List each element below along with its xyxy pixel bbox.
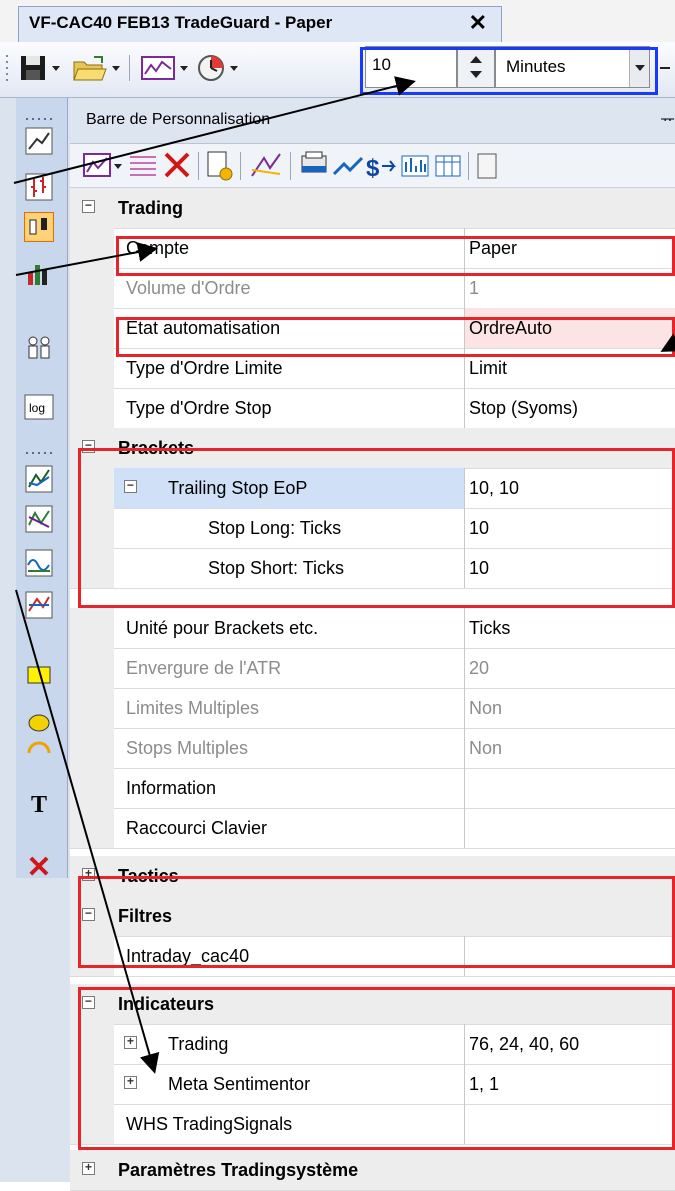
- expand-icon[interactable]: +: [82, 1162, 95, 1175]
- chevron-down-icon[interactable]: [50, 50, 62, 86]
- property-value[interactable]: Ticks: [464, 608, 675, 648]
- log-scale-icon[interactable]: log: [22, 392, 56, 422]
- highlight-box-indicateurs: [78, 987, 675, 1150]
- candlestick-icon[interactable]: [22, 212, 56, 242]
- indicator-icon[interactable]: [22, 590, 56, 620]
- separator: [240, 152, 241, 180]
- row-gutter: [70, 728, 114, 768]
- chevron-down-icon[interactable]: [110, 50, 122, 86]
- oscillator-icon[interactable]: [22, 548, 56, 578]
- property-row-limites-multiples[interactable]: Limites Multiples Non: [70, 688, 675, 729]
- collapse-icon[interactable]: −: [82, 200, 95, 213]
- indicator-icon[interactable]: [22, 504, 56, 534]
- row-gutter: [70, 268, 114, 308]
- open-folder-icon[interactable]: [72, 50, 108, 86]
- property-row-type-ordre-stop[interactable]: Type d'Ordre Stop Stop (Syoms): [70, 388, 675, 429]
- table-icon[interactable]: [435, 155, 461, 177]
- rectangle-tool-icon[interactable]: [22, 660, 56, 690]
- panel-header: Barre de Personnalisation ᅲ: [70, 98, 675, 144]
- dollar-icon[interactable]: $: [366, 155, 397, 182]
- row-gutter: [70, 808, 114, 848]
- document-tab[interactable]: VF-CAC40 FEB13 TradeGuard - Paper ✕: [18, 6, 502, 42]
- category-trading[interactable]: − Trading: [70, 188, 675, 229]
- property-name: Envergure de l'ATR: [126, 658, 282, 678]
- row-gutter: [70, 388, 114, 428]
- property-name: Unité pour Brackets etc.: [126, 618, 319, 638]
- property-value: Non: [464, 728, 675, 768]
- properties-icon[interactable]: [207, 151, 233, 181]
- chevron-down-icon[interactable]: [114, 164, 122, 169]
- row-gutter: [70, 228, 114, 268]
- highlight-box-etat: [116, 317, 675, 357]
- grip-icon: [4, 50, 10, 86]
- pin-icon[interactable]: ᅲ: [660, 106, 675, 130]
- highlight-box-brackets: [78, 448, 675, 608]
- separator: [128, 50, 132, 86]
- trendline-icon[interactable]: [251, 153, 281, 177]
- row-gutter: [70, 348, 114, 388]
- log-label: log: [29, 401, 45, 415]
- separator: [468, 152, 469, 180]
- highlight-box-compte: [116, 236, 675, 276]
- row-gutter: [70, 608, 114, 648]
- property-grid: − Trading Compte Paper Volume d'Ordre 1 …: [70, 188, 675, 1191]
- document-icon[interactable]: [477, 153, 497, 179]
- property-row-raccourci-clavier[interactable]: Raccourci Clavier: [70, 808, 675, 849]
- chevron-down-icon[interactable]: [228, 50, 240, 86]
- people-icon[interactable]: [22, 332, 56, 362]
- category-label: Paramètres Tradingsystème: [118, 1160, 359, 1180]
- title-bar: VF-CAC40 FEB13 TradeGuard - Paper ✕: [0, 0, 675, 42]
- row-gutter: [70, 688, 114, 728]
- category-parametres-tradingsysteme[interactable]: + Paramètres Tradingsystème: [70, 1150, 675, 1191]
- indicator-icon[interactable]: [22, 464, 56, 494]
- property-value[interactable]: [464, 768, 675, 808]
- row-gutter: [70, 768, 114, 808]
- toolbar-overflow-icon[interactable]: [656, 50, 674, 86]
- property-value[interactable]: [464, 808, 675, 848]
- close-icon[interactable]: ✕: [469, 10, 487, 36]
- svg-text:$: $: [366, 155, 380, 182]
- category-label: Trading: [118, 198, 184, 218]
- property-row-unite-brackets[interactable]: Unité pour Brackets etc. Ticks: [70, 608, 675, 649]
- chart-icon[interactable]: [140, 50, 176, 86]
- highlight-box-filtres: [78, 876, 675, 968]
- row-gutter: [70, 308, 114, 348]
- property-name: Stops Multiples: [126, 738, 249, 758]
- text-tool-icon[interactable]: T: [22, 790, 56, 820]
- property-name: Limites Multiples: [126, 698, 260, 718]
- histogram-icon[interactable]: [401, 155, 429, 177]
- save-icon[interactable]: [18, 50, 48, 86]
- clock-icon[interactable]: [196, 50, 226, 86]
- printer-icon[interactable]: [301, 151, 327, 173]
- property-value[interactable]: Stop (Syoms): [464, 388, 675, 428]
- property-name: Type d'Ordre Stop: [126, 398, 272, 418]
- chart-icon[interactable]: [83, 153, 111, 177]
- property-name: Information: [126, 778, 217, 798]
- panel-toolbar: $: [70, 144, 675, 188]
- panel-title: Barre de Personnalisation: [86, 111, 271, 128]
- separator: [290, 152, 291, 180]
- property-value: 20: [464, 648, 675, 688]
- delete-icon[interactable]: [164, 152, 190, 178]
- line-chart-icon[interactable]: [22, 126, 56, 156]
- bar-chart-icon[interactable]: [22, 172, 56, 202]
- chevron-down-icon[interactable]: [178, 50, 190, 86]
- color-bars-icon[interactable]: [22, 258, 56, 288]
- delete-icon[interactable]: ✕: [22, 851, 56, 884]
- separator: [198, 152, 199, 180]
- row-gutter: [70, 648, 114, 688]
- list-lines-icon[interactable]: [130, 156, 156, 176]
- arc-tool-icon[interactable]: [22, 732, 56, 762]
- line-tool-icon[interactable]: [332, 156, 364, 176]
- property-row-information[interactable]: Information: [70, 768, 675, 809]
- interval-focus-highlight: [360, 47, 658, 95]
- property-name: Raccourci Clavier: [126, 818, 268, 838]
- property-row-envergure-atr[interactable]: Envergure de l'ATR 20: [70, 648, 675, 689]
- property-value: Non: [464, 688, 675, 728]
- property-row-stops-multiples[interactable]: Stops Multiples Non: [70, 728, 675, 769]
- tab-title: VF-CAC40 FEB13 TradeGuard - Paper: [29, 13, 333, 32]
